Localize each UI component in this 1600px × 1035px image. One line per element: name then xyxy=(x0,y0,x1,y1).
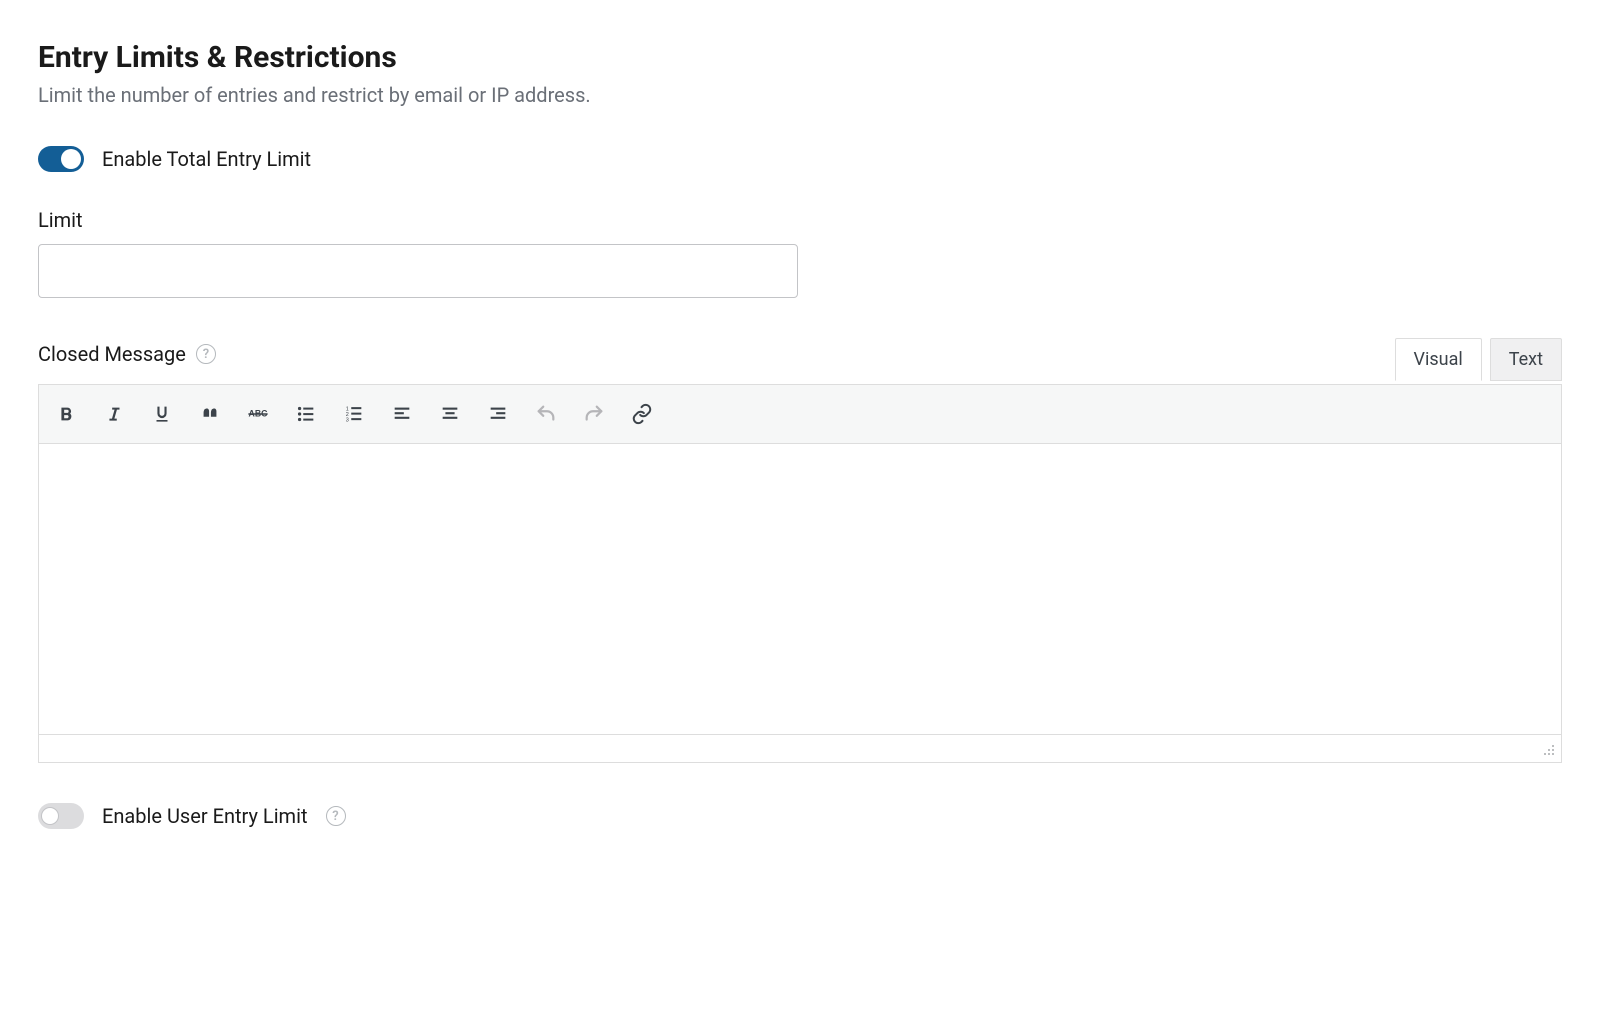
numbered-list-icon[interactable]: 1 2 3 xyxy=(333,393,375,435)
align-left-icon[interactable] xyxy=(381,393,423,435)
resize-handle-icon[interactable] xyxy=(1541,742,1555,756)
closed-message-textarea[interactable] xyxy=(39,444,1561,734)
enable-user-entry-limit-label: Enable User Entry Limit xyxy=(102,804,308,828)
link-icon[interactable] xyxy=(621,393,663,435)
enable-total-entry-limit-toggle[interactable] xyxy=(38,146,84,172)
align-right-icon[interactable] xyxy=(477,393,519,435)
svg-text:3: 3 xyxy=(346,417,349,423)
blockquote-icon[interactable] xyxy=(189,393,231,435)
section-subtitle: Limit the number of entries and restrict… xyxy=(38,81,1562,110)
redo-icon[interactable] xyxy=(573,393,615,435)
bold-icon[interactable] xyxy=(45,393,87,435)
tab-text[interactable]: Text xyxy=(1490,338,1562,381)
help-icon[interactable]: ? xyxy=(326,806,346,826)
closed-message-label: Closed Message xyxy=(38,342,186,366)
limit-input[interactable] xyxy=(38,244,798,298)
strikethrough-icon[interactable]: ABC xyxy=(237,393,279,435)
enable-user-entry-limit-row: Enable User Entry Limit ? xyxy=(38,803,1562,829)
tab-visual[interactable]: Visual xyxy=(1395,338,1482,381)
enable-total-entry-limit-label: Enable Total Entry Limit xyxy=(102,147,311,171)
underline-icon[interactable] xyxy=(141,393,183,435)
align-center-icon[interactable] xyxy=(429,393,471,435)
italic-icon[interactable] xyxy=(93,393,135,435)
editor-statusbar xyxy=(39,734,1561,762)
help-icon[interactable]: ? xyxy=(196,344,216,364)
enable-total-entry-limit-row: Enable Total Entry Limit xyxy=(38,146,1562,172)
bulleted-list-icon[interactable] xyxy=(285,393,327,435)
section-title: Entry Limits & Restrictions xyxy=(38,40,1562,75)
editor-toolbar: ABC 1 2 3 xyxy=(39,385,1561,444)
undo-icon[interactable] xyxy=(525,393,567,435)
enable-user-entry-limit-toggle[interactable] xyxy=(38,803,84,829)
closed-message-editor: Visual Text ABC xyxy=(38,384,1562,763)
limit-label: Limit xyxy=(38,208,1562,232)
